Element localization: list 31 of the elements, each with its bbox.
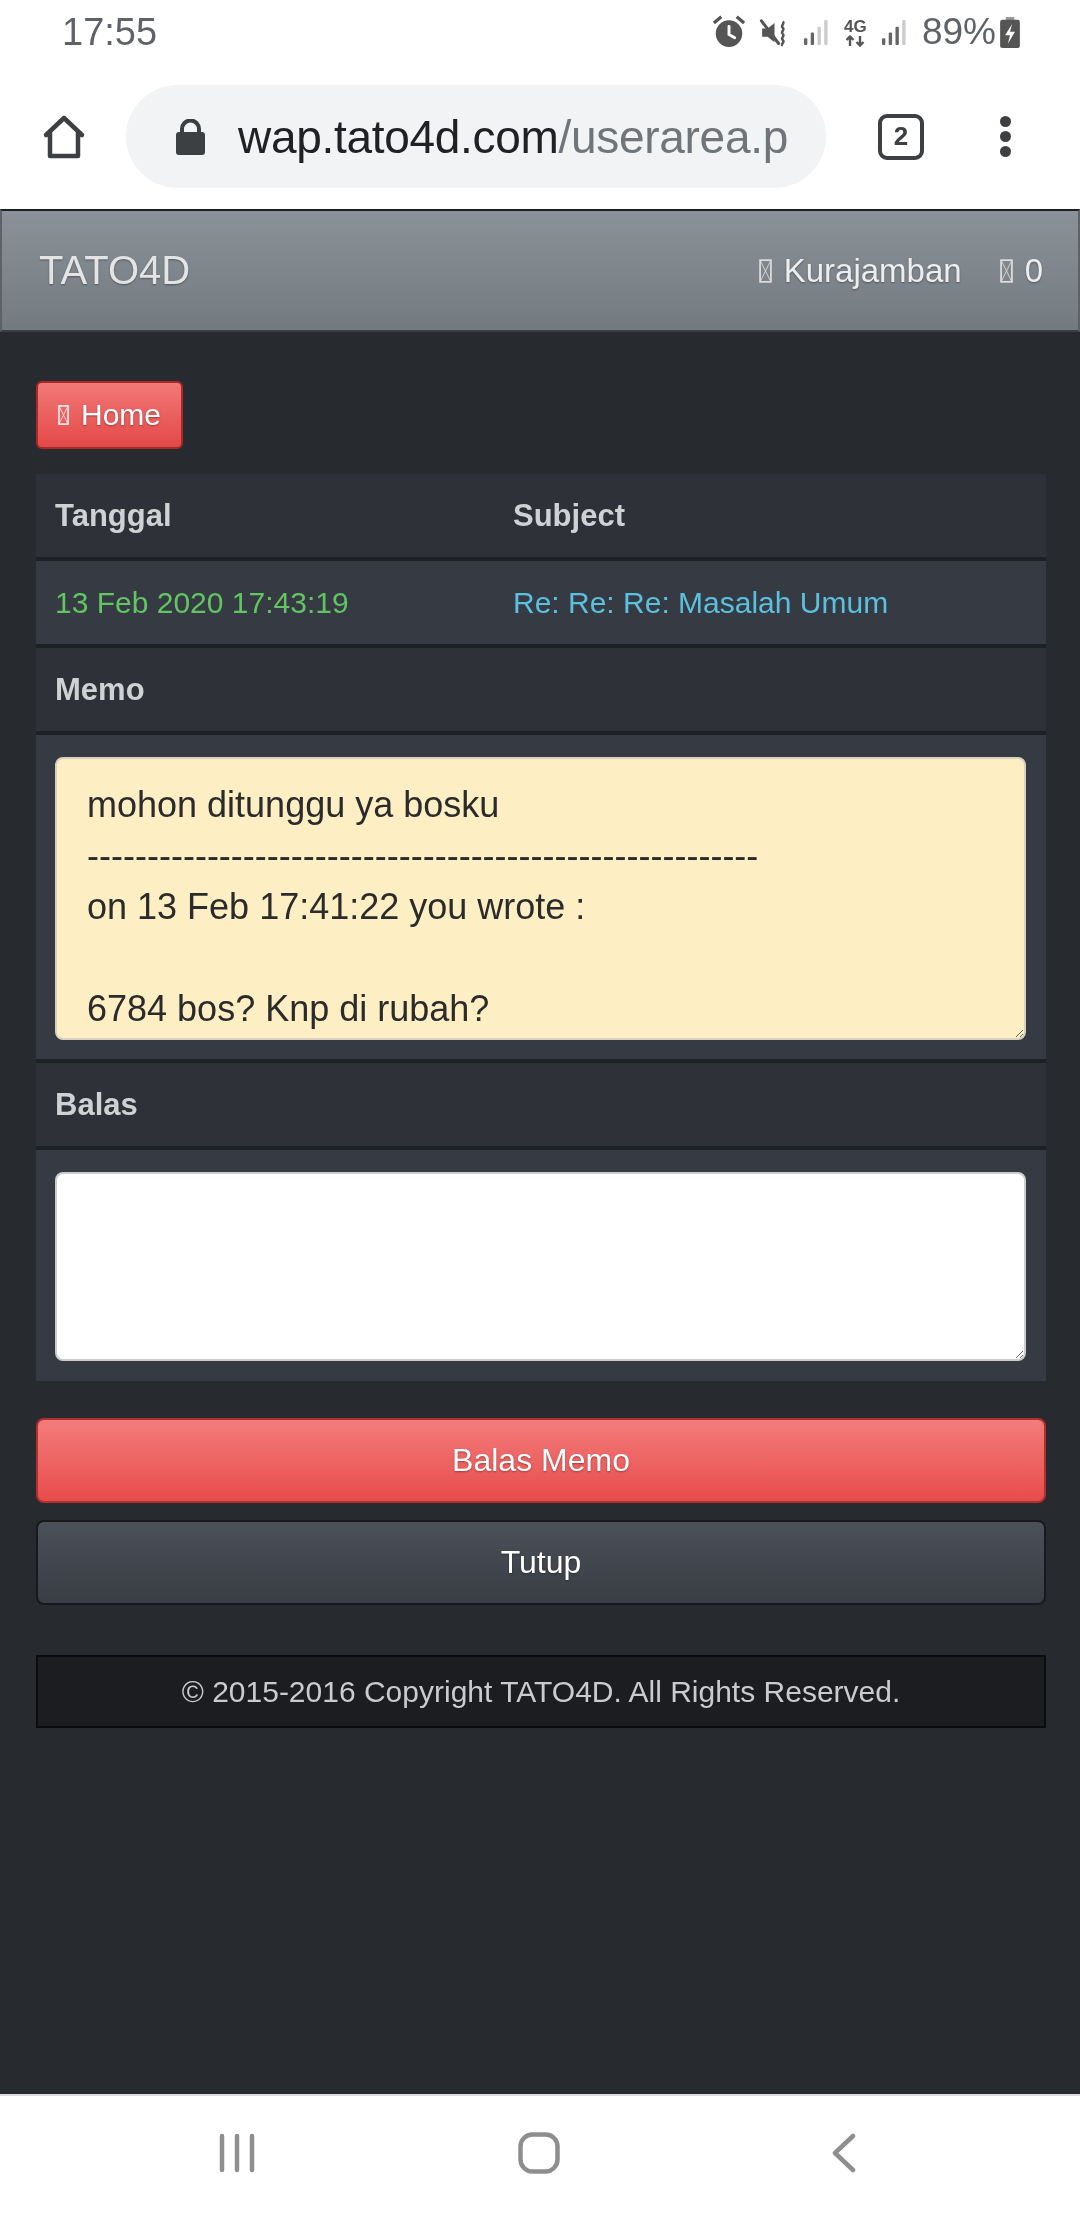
home-button[interactable]: Home: [36, 381, 183, 449]
count-link[interactable]: 0: [999, 251, 1043, 290]
recent-apps-icon[interactable]: [219, 2133, 255, 2173]
lock-icon: [176, 118, 205, 155]
glyph-box-icon: [758, 258, 772, 283]
url-text: wap.tato4d.com/userarea.p: [238, 109, 788, 164]
column-header: Subject: [494, 474, 1046, 561]
status-time: 17:55: [62, 10, 158, 54]
tab-count-button[interactable]: 2: [878, 113, 924, 160]
memo-text-area[interactable]: mohon ditunggu ya bosku -------------------------------------------------------- on 13 Feb 17:41:22 you wrote : 6784 bos? Knp di rubah?: [55, 757, 1026, 1040]
glyph-box-icon: [999, 258, 1013, 283]
battery-percent: 89%: [921, 11, 996, 53]
signal-bars-icon: [802, 18, 830, 46]
user-link[interactable]: Kurajamban: [758, 251, 962, 290]
column-header: Tanggal: [36, 474, 494, 561]
network-type-label: 4G: [844, 17, 867, 35]
glyph-box-icon: [58, 405, 69, 425]
section-label: Memo: [36, 648, 1046, 735]
alarm-clock-icon: [711, 15, 746, 49]
reply-memo-button[interactable]: Balas Memo: [36, 1418, 1046, 1503]
close-button[interactable]: Tutup: [36, 1520, 1046, 1605]
battery-charging-icon: [1000, 16, 1020, 48]
brand-title[interactable]: TATO4D: [39, 248, 191, 293]
back-icon[interactable]: [831, 2133, 857, 2173]
section-label: Balas: [36, 1063, 1046, 1150]
subject-link[interactable]: Re: Re: Re: Masalah Umum: [513, 585, 889, 620]
signal-bars-icon: [880, 18, 908, 46]
menu-icon[interactable]: [999, 115, 1012, 158]
address-bar[interactable]: wap.tato4d.com/userarea.p: [126, 85, 826, 188]
table-cell: 13 Feb 2020 17:43:19: [36, 561, 494, 648]
copyright-footer: © 2015-2016 Copyright TATO4D. All Rights Reserved.: [36, 1655, 1046, 1728]
